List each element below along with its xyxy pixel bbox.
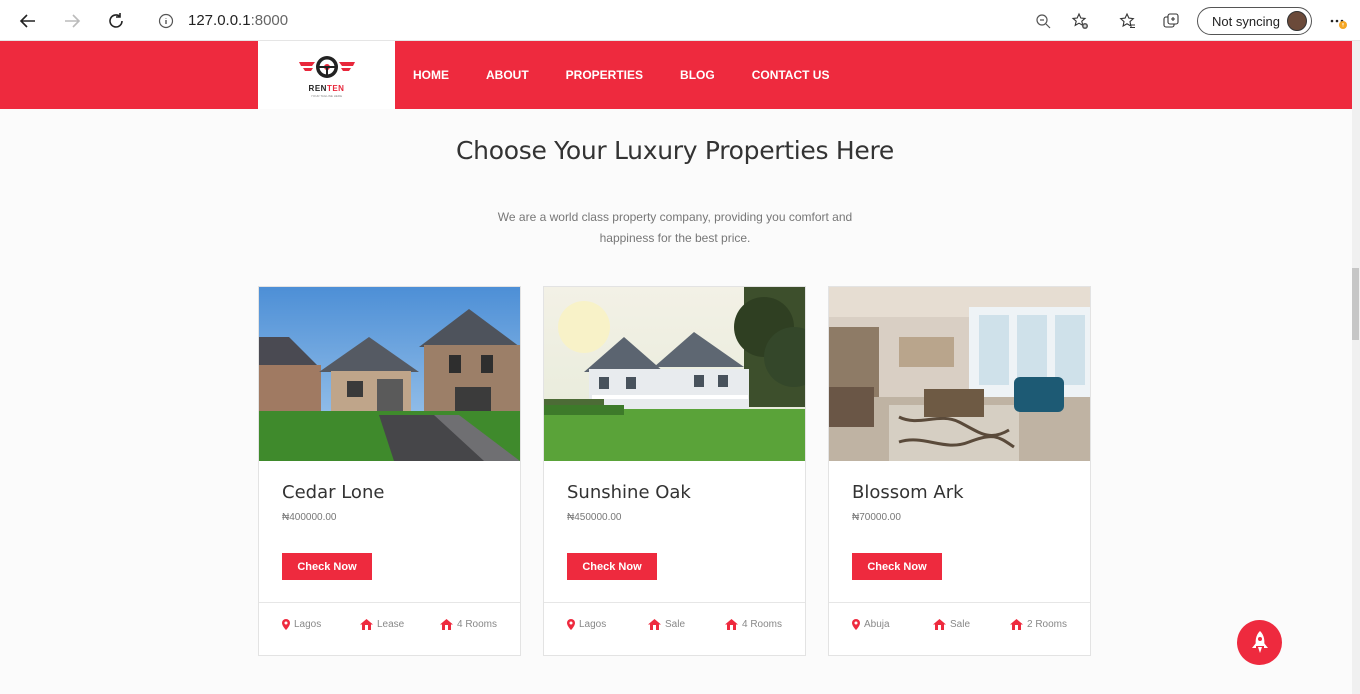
house-icon — [360, 619, 373, 630]
listing-type-text: Sale — [950, 619, 971, 630]
sync-label: Not syncing — [1212, 13, 1280, 29]
property-image[interactable] — [829, 287, 1090, 461]
scrollbar-track[interactable] — [1352, 41, 1360, 694]
property-meta: Abuja Sale 2 Rooms — [829, 602, 1090, 655]
more-icon[interactable] — [1325, 8, 1351, 34]
property-card: Cedar Lone ₦400000.00 Check Now Lagos Le… — [258, 286, 521, 656]
rooms-meta: 2 Rooms — [1010, 619, 1067, 630]
rooms-meta: 4 Rooms — [440, 619, 497, 630]
collections-icon[interactable] — [1158, 8, 1184, 34]
listing-type-text: Sale — [665, 619, 686, 630]
property-card: Sunshine Oak ₦450000.00 Check Now Lagos … — [543, 286, 806, 656]
nav-blog[interactable]: BLOG — [680, 68, 715, 82]
logo-text: RENTEN — [309, 84, 345, 93]
rooms-meta: 4 Rooms — [725, 619, 782, 630]
address-bar[interactable]: 127.0.0.1:8000 — [188, 12, 288, 29]
map-pin-icon — [567, 619, 575, 630]
logo-tagline: YOUR TAGLINE HERE — [310, 93, 343, 98]
property-meta: Lagos Sale 4 Rooms — [544, 602, 805, 655]
section-subtext: We are a world class property company, p… — [497, 210, 853, 245]
listing-type-text: Lease — [377, 619, 405, 630]
listing-type-meta: Lease — [360, 619, 404, 630]
nav-contact[interactable]: CONTACT US — [752, 68, 830, 82]
house-icon — [725, 619, 738, 630]
property-card: Blossom Ark ₦70000.00 Check Now Abuja Sa… — [828, 286, 1091, 656]
favorites-icon[interactable] — [1114, 8, 1140, 34]
url-host: 127.0.0.1 — [188, 12, 251, 29]
nav-properties[interactable]: PROPERTIES — [566, 68, 643, 82]
info-icon[interactable] — [153, 8, 179, 34]
back-arrow-icon[interactable] — [15, 8, 41, 34]
property-image[interactable] — [259, 287, 520, 461]
map-pin-icon — [852, 619, 860, 630]
rooms-text: 4 Rooms — [742, 619, 783, 630]
house-icon — [1010, 619, 1023, 630]
house-icon — [648, 619, 661, 630]
listing-type-meta: Sale — [933, 619, 970, 630]
main-nav: HOME ABOUT PROPERTIES BLOG CONTACT US — [413, 41, 866, 109]
location-meta: Abuja — [852, 619, 890, 630]
location-text: Lagos — [579, 619, 607, 630]
location-meta: Lagos — [567, 619, 606, 630]
property-price: ₦400000.00 — [282, 512, 337, 523]
zoom-out-icon[interactable] — [1030, 8, 1056, 34]
house-icon — [440, 619, 453, 630]
house-icon — [933, 619, 946, 630]
browser-toolbar: 127.0.0.1:8000 Not syncing — [0, 0, 1360, 41]
steering-wheel-logo-icon — [298, 55, 355, 78]
check-now-button[interactable]: Check Now — [852, 553, 942, 580]
listing-type-meta: Sale — [648, 619, 685, 630]
url-port: :8000 — [250, 12, 289, 29]
nav-home[interactable]: HOME — [413, 68, 449, 82]
location-text: Lagos — [294, 619, 322, 630]
location-text: Abuja — [864, 619, 890, 630]
add-favorite-icon[interactable] — [1067, 8, 1093, 34]
property-price: ₦450000.00 — [567, 512, 622, 523]
avatar — [1287, 11, 1307, 31]
check-now-button[interactable]: Check Now — [567, 553, 657, 580]
property-title[interactable]: Blossom Ark — [852, 482, 964, 503]
logo[interactable]: RENTEN YOUR TAGLINE HERE — [258, 41, 395, 109]
rocket-icon — [1251, 630, 1268, 653]
section-heading: Choose Your Luxury Properties Here — [456, 136, 894, 165]
back-to-top-button[interactable] — [1237, 620, 1282, 665]
logo-text-dark: REN — [308, 83, 327, 93]
forward-arrow-icon[interactable] — [59, 8, 85, 34]
logo-text-red: TEN — [326, 83, 345, 93]
sync-status-button[interactable]: Not syncing — [1197, 7, 1312, 35]
rooms-text: 2 Rooms — [1027, 619, 1068, 630]
check-now-button[interactable]: Check Now — [282, 553, 372, 580]
property-title[interactable]: Cedar Lone — [282, 482, 384, 503]
property-meta: Lagos Lease 4 Rooms — [259, 602, 520, 655]
scrollbar-thumb[interactable] — [1352, 268, 1359, 340]
property-title[interactable]: Sunshine Oak — [567, 482, 691, 503]
site-header: RENTEN YOUR TAGLINE HERE HOME ABOUT PROP… — [0, 41, 1352, 109]
rooms-text: 4 Rooms — [457, 619, 498, 630]
property-image[interactable] — [544, 287, 805, 461]
nav-about[interactable]: ABOUT — [486, 68, 529, 82]
map-pin-icon — [282, 619, 290, 630]
location-meta: Lagos — [282, 619, 321, 630]
reload-icon[interactable] — [103, 8, 129, 34]
property-price: ₦70000.00 — [852, 512, 901, 523]
